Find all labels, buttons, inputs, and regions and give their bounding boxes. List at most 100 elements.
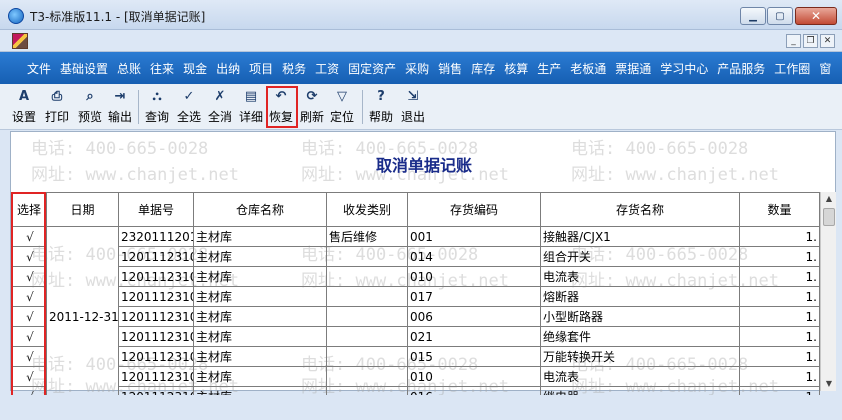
menu-item[interactable]: 往来 [150,60,174,77]
item-code-cell: 014 [407,246,541,267]
warehouse-cell: 主材库 [193,286,327,307]
col-io-type-header[interactable]: 收发类别 [326,192,408,227]
warehouse-cell: 主材库 [193,326,327,347]
warehouse-cell: 主材库 [193,366,327,387]
help-button[interactable]: ? 帮助 [369,88,393,126]
item-name-cell: 电流表 [540,266,740,287]
print-button[interactable]: ⎙ 打印 [45,88,69,126]
doc-number-cell: 120111231000 [118,286,194,307]
item-name-cell: 组合开关 [540,246,740,267]
menu-item[interactable]: 出纳 [216,60,240,77]
table-row[interactable]: √120111231000主材库015万能转换开关1. [11,346,820,367]
menu-item[interactable]: 窗 [819,60,831,77]
child-minimize-button[interactable]: _ [786,34,801,48]
col-date-header[interactable]: 日期 [46,192,119,227]
menu-item[interactable]: 税务 [282,60,306,77]
item-name-cell: 电流表 [540,366,740,387]
menu-item[interactable]: 学习中心 [660,60,708,77]
menu-item[interactable]: 工资 [315,60,339,77]
menu-item[interactable]: 文件 [27,60,51,77]
table-row[interactable]: √120111231000主材库006小型断路器1. [11,306,820,327]
menu-item[interactable]: 票据通 [615,60,651,77]
doc-number-cell: 232011120100 [118,226,194,247]
doc-number-cell: 120111231000 [118,366,194,387]
item-code-cell: 010 [407,266,541,287]
vertical-scrollbar[interactable]: ▲ ▼ [820,192,836,391]
settings-button[interactable]: A 设置 [12,88,36,126]
menu-item[interactable]: 产品服务 [717,60,765,77]
toolbar-label: 刷新 [300,110,325,124]
warehouse-cell: 主材库 [193,226,327,247]
query-button[interactable]: ⛬ 查询 [145,88,169,126]
col-item-code-header[interactable]: 存货编码 [407,192,541,227]
export-icon: ⇥ [114,89,126,104]
table-row[interactable]: √120111231000主材库010电流表1. [11,366,820,387]
table-row[interactable]: √120111231000主材库021绝缘套件1. [11,326,820,347]
menu-item[interactable]: 销售 [438,60,462,77]
io-type-cell [326,366,408,387]
scroll-down-icon[interactable]: ▼ [821,377,837,391]
menu-item[interactable]: 基础设置 [60,60,108,77]
item-code-cell: 015 [407,346,541,367]
col-warehouse-header[interactable]: 仓库名称 [193,192,327,227]
child-close-button[interactable]: ✕ [820,34,835,48]
locate-button[interactable]: ▽ 定位 [330,88,354,126]
quantity-cell: 1. [739,246,820,267]
menu-item[interactable]: 总账 [117,60,141,77]
document-icon[interactable] [12,33,28,49]
date-cell: 2011-12-31 [46,226,119,407]
table-row[interactable]: √2011-12-31232011120100主材库售后维修001接触器/CJX… [11,226,820,407]
child-restore-button[interactable]: ❐ [803,34,818,48]
scroll-thumb[interactable] [823,208,835,226]
table-row[interactable]: √120111231000主材库017熔断器1. [11,286,820,307]
minimize-button[interactable]: ▁ [740,7,766,25]
col-item-name-header[interactable]: 存货名称 [540,192,740,227]
help-icon: ? [377,89,385,104]
menu-item[interactable]: 核算 [504,60,528,77]
item-code-cell: 010 [407,366,541,387]
menu-item[interactable]: 老板通 [570,60,606,77]
menu-item[interactable]: 采购 [405,60,429,77]
preview-button[interactable]: ⌕ 预览 [78,88,102,126]
col-quantity-header[interactable]: 数量 [739,192,820,227]
menu-item[interactable]: 工作圈 [774,60,810,77]
scroll-up-icon[interactable]: ▲ [821,192,837,206]
quantity-cell: 1. [739,326,820,347]
toolbar-label: 全选 [177,110,202,124]
menu-item[interactable]: 生产 [537,60,561,77]
menu-item[interactable]: 项目 [249,60,273,77]
io-type-cell [326,266,408,287]
warehouse-cell: 主材库 [193,346,327,367]
detail-button[interactable]: ▤ 详细 [239,88,263,126]
warehouse-cell: 主材库 [193,266,327,287]
toolbar-label: 查询 [145,110,170,124]
menu-item[interactable]: 固定资产 [348,60,396,77]
table-row[interactable]: √120111231000主材库010电流表1. [11,266,820,287]
refresh-button[interactable]: ⟳ 刷新 [300,88,324,126]
toolbar-label: 输出 [108,110,133,124]
warehouse-cell: 主材库 [193,306,327,327]
doc-number-cell: 120111231000 [118,266,194,287]
io-type-cell [326,246,408,267]
report-panel: 网址: www.chanjet.net 电话: 400-665-0028 网址: w… [10,131,836,407]
item-name-cell: 小型断路器 [540,306,740,327]
locate-icon: ▽ [337,89,347,104]
export-button[interactable]: ⇥ 输出 [108,88,132,126]
menu-item[interactable]: 现金 [183,60,207,77]
item-code-cell: 006 [407,306,541,327]
toolbar-label: 退出 [401,110,426,124]
deselect-all-button[interactable]: ✗ 全消 [208,88,232,126]
toolbar: A 设置 ⎙ 打印 ⌕ 预览 ⇥ 输出 ⛬ 查询 ✓ 全选 ✗ 全消 ▤ 详细 ↶ 恢复 ⟳ 刷新 ▽ 定位? 帮助 ⇲ 退出 [0,84,842,130]
close-button[interactable]: ✕ [795,7,837,25]
doc-number-cell: 120111231000 [118,326,194,347]
io-type-cell [326,346,408,367]
menu-item[interactable]: 库存 [471,60,495,77]
col-doc-number-header[interactable]: 单据号 [118,192,194,227]
maximize-button[interactable]: ▢ [767,7,793,25]
select-all-button[interactable]: ✓ 全选 [177,88,201,126]
select-all-icon: ✓ [183,89,195,104]
table-row[interactable]: √120111231000主材库014组合开关1. [11,246,820,267]
title-bar: T3-标准版11.1 - [取消单据记账] ▁ ▢ ✕ [0,0,842,30]
quantity-cell: 1. [739,346,820,367]
exit-button[interactable]: ⇲ 退出 [401,88,425,126]
